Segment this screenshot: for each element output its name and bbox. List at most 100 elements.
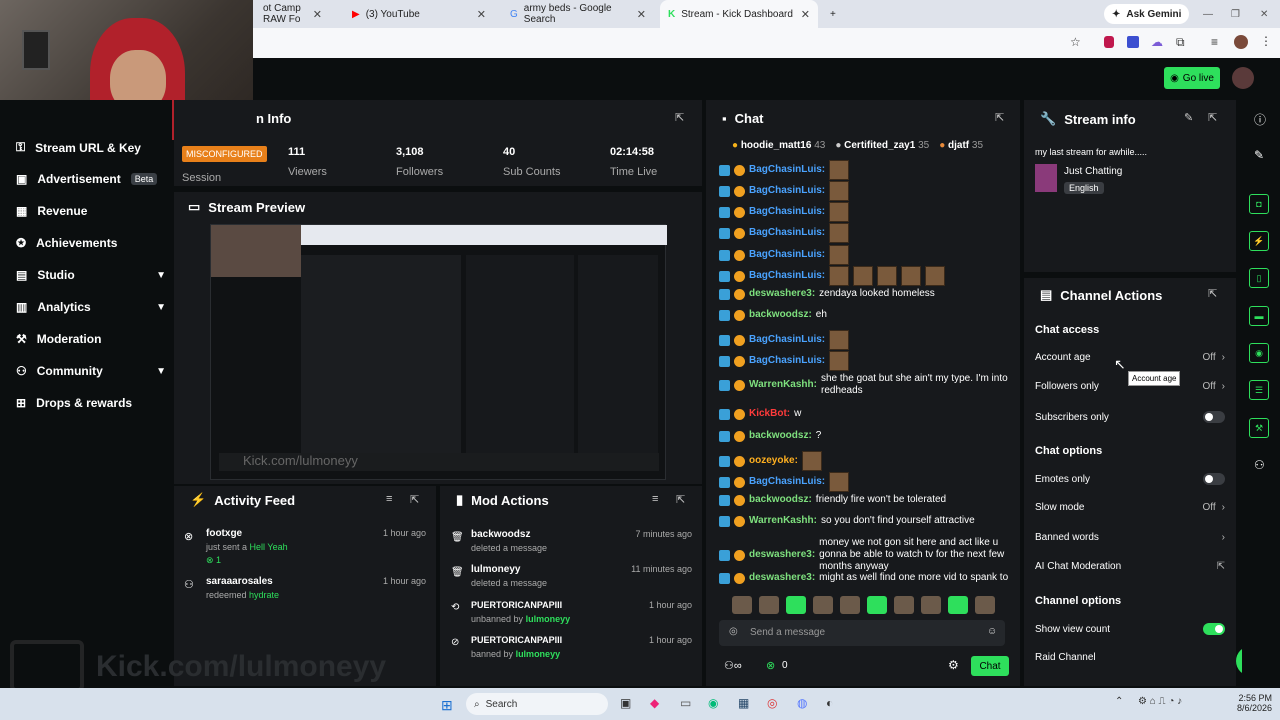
emote-picker-item[interactable] [948,596,968,614]
trash-icon[interactable]: ▯ [1249,268,1269,288]
user-avatar[interactable] [1232,67,1254,89]
task-view-icon[interactable]: ▣ [620,696,631,710]
extension-icon[interactable]: ☁ [1151,35,1163,49]
wrench-icon[interactable]: ⚒ [1249,418,1269,438]
browser-tab[interactable]: ot Camp RAW Fo ✕ [255,0,330,28]
chat-username[interactable]: BagChasinLuis: [749,249,825,261]
minimize-button[interactable]: — [1195,0,1221,28]
chat-input[interactable]: ◎ Send a message ☺ [719,620,1005,646]
store-icon[interactable]: ▦ [738,696,749,710]
close-tab-icon[interactable]: ✕ [313,8,322,21]
sidebar-item-analytics[interactable]: ▥ Analytics ▼ [16,300,166,314]
chat-username[interactable]: deswashere3: [749,549,815,561]
broadcast-icon[interactable]: ◉ [1249,343,1269,363]
emote-picker-item[interactable] [786,596,806,614]
sidebar-item-advertisement[interactable]: ▣ Advertisement Beta [16,172,166,186]
chat-username[interactable]: BagChasinLuis: [749,270,825,282]
chat-username[interactable]: BagChasinLuis: [749,185,825,197]
browser-tab-active[interactable]: K Stream - Kick Dashboard ✕ [660,0,818,28]
sidebar-item-moderation[interactable]: ⚒ Moderation [16,332,166,346]
obs-icon[interactable]: ◐ [826,696,833,710]
tray-icons[interactable]: ⚙ ⌂ ⎍ ◔ ♪ [1138,696,1182,707]
taskbar-search[interactable]: ⌕ Search [466,693,608,715]
emote-picker-item[interactable] [840,596,860,614]
maximize-button[interactable]: ❐ [1223,0,1248,28]
popout-icon[interactable]: ⇱ [1208,287,1217,300]
extension-icon[interactable] [1127,36,1139,48]
clock[interactable]: 2:56 PM 8/6/2026 [1232,693,1272,713]
star-icon[interactable]: ☆ [1070,35,1081,49]
emote-picker-item[interactable] [759,596,779,614]
edge-icon[interactable]: ◉ [708,696,718,710]
chrome-icon[interactable]: ◎ [767,696,777,710]
browser-tab[interactable]: ▶ (3) YouTube ✕ [344,0,494,28]
banned-words-setting[interactable]: Banned words › [1035,532,1225,543]
subscribers-only-toggle[interactable] [1203,411,1225,423]
sidebar-item-drops[interactable]: ⊞ Drops & rewards [16,396,166,410]
followers-only-setting[interactable]: Followers only Off › [1035,381,1225,392]
top-gifter[interactable]: ● djatf 35 [939,140,983,151]
windows-start-icon[interactable]: ⊞ [441,697,453,714]
send-chat-button[interactable]: Chat [971,656,1009,676]
popout-icon[interactable]: ⇱ [676,493,685,506]
sidebar-item-stream-url[interactable]: ⚿ Stream URL & Key [16,140,166,155]
chat-username[interactable]: BagChasinLuis: [749,476,825,488]
slow-mode-setting[interactable]: Slow mode Off › [1035,502,1225,513]
users-icon[interactable]: ⚇ [1254,458,1265,472]
popout-icon[interactable]: ⇱ [1208,111,1217,124]
top-gifter[interactable]: ● Certifited_zay1 35 [835,140,929,151]
emote-picker-item[interactable] [894,596,914,614]
sidebar-item-revenue[interactable]: ▦ Revenue [16,204,166,218]
popout-icon[interactable]: ⇱ [410,493,419,506]
chat-username[interactable]: deswashere3: [749,288,815,300]
app-icon[interactable]: ◆ [650,696,659,710]
chat-username[interactable]: oozeyoke: [749,455,798,467]
popout-icon[interactable]: ⇱ [995,111,1004,124]
stream-preview-video[interactable]: Kick.com/lulmoneyy [210,224,667,480]
chat-username[interactable]: KickBot: [749,408,790,420]
close-window-button[interactable]: ✕ [1252,0,1276,28]
profile-avatar[interactable] [1234,35,1248,49]
chat-username[interactable]: deswashere3: [749,572,815,584]
account-age-setting[interactable]: Account age Off › [1035,352,1225,363]
chat-username[interactable]: BagChasinLuis: [749,164,825,176]
emote-picker-item[interactable] [732,596,752,614]
chat-username[interactable]: backwoodsz: [749,309,812,321]
go-live-button[interactable]: ◉ Go live [1164,67,1220,89]
more-icon[interactable]: ⋮ [1260,34,1272,48]
sidebar-item-achievements[interactable]: ✪ Achievements [16,236,166,250]
pencil-icon[interactable]: ✎ [1254,148,1264,162]
ask-gemini-button[interactable]: ✦ Ask Gemini [1104,4,1190,24]
info-icon[interactable]: ⓘ [1254,111,1266,128]
chat-username[interactable]: BagChasinLuis: [749,206,825,218]
close-tab-icon[interactable]: ✕ [801,8,810,21]
show-view-count-toggle[interactable] [1203,623,1225,635]
discord-icon[interactable]: ◍ [797,696,807,710]
emote-picker-item[interactable] [813,596,833,614]
raid-channel-setting[interactable]: Raid Channel [1035,652,1225,663]
tool-button-icon[interactable]: ◘ [1249,194,1269,214]
file-explorer-icon[interactable]: ▭ [680,696,691,710]
chat-bubble-icon[interactable]: ▬ [1249,306,1269,326]
browser-tab[interactable]: Garmy beds - Google Search ✕ [502,0,654,28]
close-tab-icon[interactable]: ✕ [637,8,646,21]
chat-username[interactable]: WarrenKashh: [749,379,817,391]
close-tab-icon[interactable]: ✕ [477,8,486,21]
gear-icon[interactable]: ⚙ [948,658,959,672]
tray-chevron-icon[interactable]: ⌃ [1115,696,1123,707]
chat-username[interactable]: backwoodsz: [749,494,812,506]
chat-username[interactable]: WarrenKashh: [749,515,817,527]
smile-icon[interactable]: ☺ [987,626,997,637]
new-tab-button[interactable]: + [822,0,844,28]
emote-picker-item[interactable] [921,596,941,614]
ai-moderation-setting[interactable]: AI Chat Moderation ⇱ [1035,561,1225,572]
edit-icon[interactable]: ✎ [1184,111,1193,124]
chat-username[interactable]: BagChasinLuis: [749,227,825,239]
popout-icon[interactable]: ⇱ [675,111,684,124]
chat-username[interactable]: BagChasinLuis: [749,334,825,346]
chat-username[interactable]: BagChasinLuis: [749,355,825,367]
chat-username[interactable]: backwoodsz: [749,430,812,442]
list-icon[interactable]: ☰ [1249,380,1269,400]
sidebar-item-studio[interactable]: ▤ Studio ▼ [16,268,166,282]
list-icon[interactable]: ≡ [1211,35,1218,49]
